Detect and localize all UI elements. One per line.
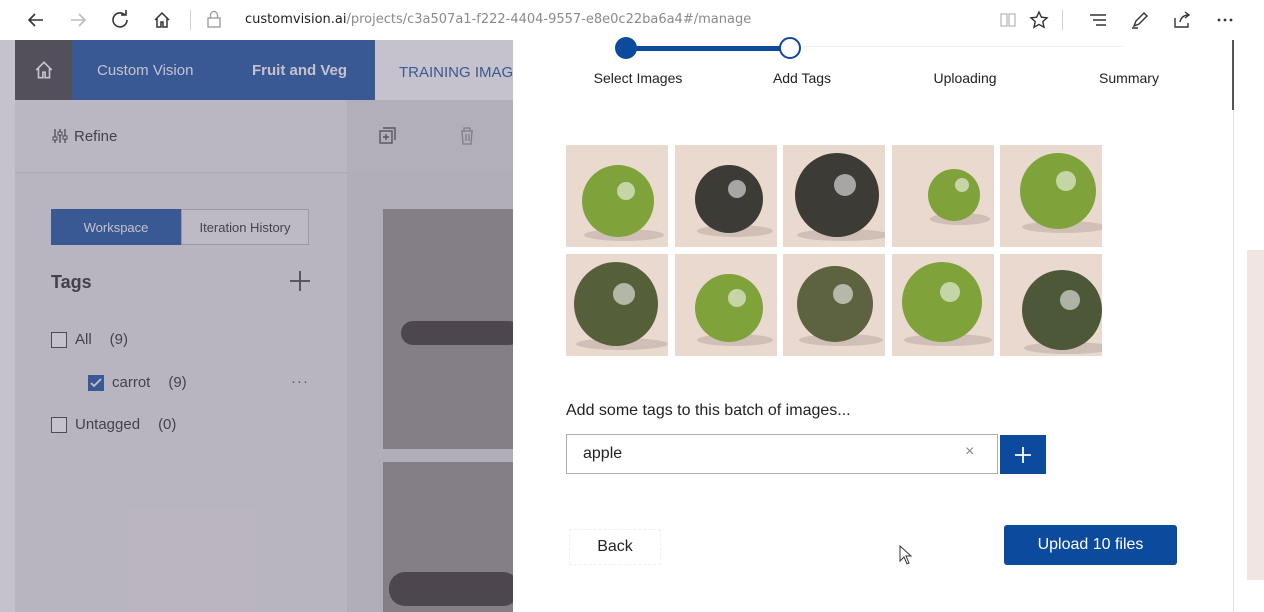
plus-icon xyxy=(1015,446,1031,463)
apple-image-thumbnail[interactable] xyxy=(783,145,885,247)
apple-image-thumbnail[interactable] xyxy=(891,145,994,247)
apple-image-thumbnail[interactable] xyxy=(1000,145,1102,247)
url-host: customvision.ai xyxy=(245,12,347,27)
share-icon[interactable] xyxy=(1168,6,1196,34)
step-label-uploading: Uploading xyxy=(933,70,997,86)
hub-icon[interactable] xyxy=(1084,6,1112,34)
step-label-select-images: Select Images xyxy=(593,70,683,86)
apple-image-thumbnail[interactable] xyxy=(783,254,885,356)
upload-files-button[interactable]: Upload 10 files xyxy=(1004,525,1177,565)
modal-backdrop[interactable] xyxy=(0,40,513,612)
cursor-icon xyxy=(899,544,913,570)
tag-input[interactable] xyxy=(567,435,957,473)
address-bar[interactable]: customvision.ai/projects/c3a507a1-f222-4… xyxy=(245,12,751,27)
image-preview-grid xyxy=(566,145,1106,357)
progress-track-complete xyxy=(626,46,790,51)
back-button[interactable]: Back xyxy=(569,529,661,565)
back-arrow-icon[interactable] xyxy=(22,6,50,34)
step-label-summary: Summary xyxy=(1099,70,1159,86)
toolbar-divider xyxy=(190,10,191,30)
add-images-dialog: Select Images Add Tags Uploading Summary… xyxy=(513,37,1229,612)
favorite-star-icon[interactable] xyxy=(1025,6,1053,34)
home-icon[interactable] xyxy=(148,6,176,34)
progress-track-pending xyxy=(803,46,1123,47)
add-tag-button[interactable] xyxy=(1000,435,1046,474)
step-label-add-tags: Add Tags xyxy=(772,70,832,86)
toolbar-divider xyxy=(1062,10,1063,30)
apple-image-thumbnail[interactable] xyxy=(674,254,777,356)
step-dot-add-tags xyxy=(779,37,801,59)
apple-image-thumbnail[interactable] xyxy=(1000,254,1102,356)
apple-image-thumbnail[interactable] xyxy=(566,254,668,356)
apple-image-thumbnail[interactable] xyxy=(891,254,994,356)
clear-icon[interactable]: × xyxy=(965,443,974,461)
refresh-icon[interactable] xyxy=(106,6,134,34)
reading-view-icon[interactable] xyxy=(994,6,1022,34)
url-path: /projects/c3a507a1-f222-4404-9557-e8e0c2… xyxy=(346,12,752,27)
apple-image-thumbnail[interactable] xyxy=(566,145,668,247)
tag-input-box: × xyxy=(566,434,998,474)
browser-toolbar: customvision.ai/projects/c3a507a1-f222-4… xyxy=(0,0,1264,40)
page-scrollbar[interactable] xyxy=(1229,40,1264,612)
lock-icon xyxy=(206,10,222,33)
tags-prompt: Add some tags to this batch of images... xyxy=(566,402,851,419)
scrollbar-track xyxy=(1232,40,1234,110)
forward-arrow-icon[interactable] xyxy=(64,6,92,34)
more-icon[interactable] xyxy=(1211,6,1239,34)
scrollbar-divider xyxy=(1233,40,1234,612)
apple-image-thumbnail[interactable] xyxy=(674,145,777,247)
scrollbar-thumb[interactable] xyxy=(1247,250,1264,580)
step-dot-select-images xyxy=(615,37,637,59)
pen-icon[interactable] xyxy=(1126,6,1154,34)
